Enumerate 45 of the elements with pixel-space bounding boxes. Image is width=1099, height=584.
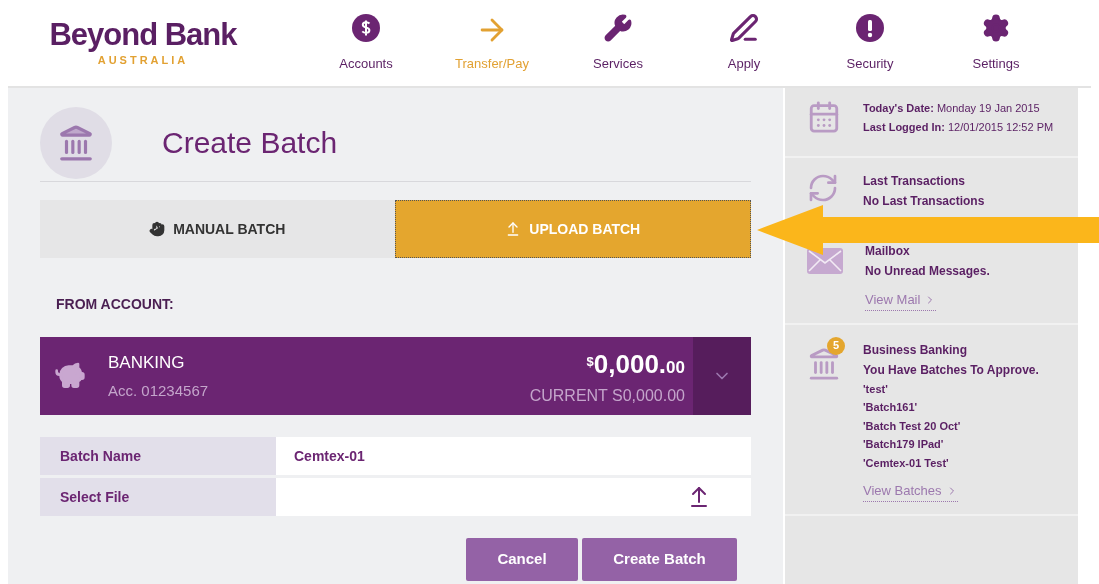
- batch-name: 'Cemtex-01 Test': [863, 455, 950, 471]
- logo-tagline: AUSTRALIA: [97, 52, 189, 68]
- section-title: Last Transactions: [863, 173, 967, 190]
- text-field[interactable]: Cemtex-01: [276, 437, 751, 475]
- section-text: No Last Transactions: [863, 193, 985, 210]
- batch-name: 'Batch179 IPad': [863, 437, 945, 452]
- section-text: No Unread Messages.: [865, 263, 990, 280]
- nav-item[interactable]: Apply: [681, 13, 807, 73]
- pen-icon: [729, 13, 759, 43]
- settings-icon: [981, 13, 1011, 43]
- notification-badge: 5: [827, 336, 845, 355]
- account-number: Acc. 01234567: [108, 380, 209, 401]
- section-title: Mailbox: [865, 243, 911, 260]
- batch-name: 'test': [863, 381, 889, 397]
- calendar-icon: [807, 100, 841, 134]
- section-title: Business Banking: [863, 341, 969, 359]
- current-balance: CURRENT S0,000.00: [529, 385, 685, 406]
- dollar-icon: [351, 13, 381, 43]
- account-dropdown[interactable]: [693, 337, 751, 415]
- date-info: Last Logged In: 12/01/2015 12:52 PM: [863, 119, 1054, 135]
- field-label: Batch Name: [40, 437, 276, 475]
- batch-tab[interactable]: MANUAL BATCH: [40, 200, 395, 258]
- batch-name: 'Batch161': [863, 400, 919, 415]
- cancel-button[interactable]: Cancel: [466, 538, 578, 581]
- bank-icon: [57, 123, 95, 162]
- refresh-icon: [807, 172, 839, 204]
- balance-amount: $^{$}$0,000.00: [586, 347, 685, 381]
- field-label: Select File: [40, 478, 276, 516]
- nav-item[interactable]: Security: [807, 13, 933, 73]
- batch-name: 'Batch Test 20 Oct': [863, 418, 962, 434]
- from-account-label: FROM ACCOUNT:: [56, 295, 174, 314]
- file-field[interactable]: [276, 478, 751, 516]
- alert-icon: [855, 13, 885, 43]
- logo-wordmark: Beyond Bank: [49, 17, 237, 52]
- account-card[interactable]: BANKING Acc. 01234567 $^{$}$0,000.00 CURRENT S0,000.00: [40, 337, 751, 415]
- page-title: Create Batch: [162, 125, 338, 161]
- nav-item[interactable]: Services: [555, 13, 681, 73]
- nav-item[interactable]: Accounts: [303, 13, 429, 73]
- nav-item[interactable]: Settings: [933, 13, 1059, 73]
- account-name: BANKING: [108, 352, 186, 374]
- section-text: You Have Batches To Approve.: [863, 361, 1039, 379]
- date-info: Today's Date: Monday 19 Jan 2015: [863, 101, 1041, 116]
- envelope-icon: [807, 248, 843, 274]
- wrench-icon: [603, 13, 633, 43]
- create-batch-button[interactable]: Create Batch: [582, 538, 737, 581]
